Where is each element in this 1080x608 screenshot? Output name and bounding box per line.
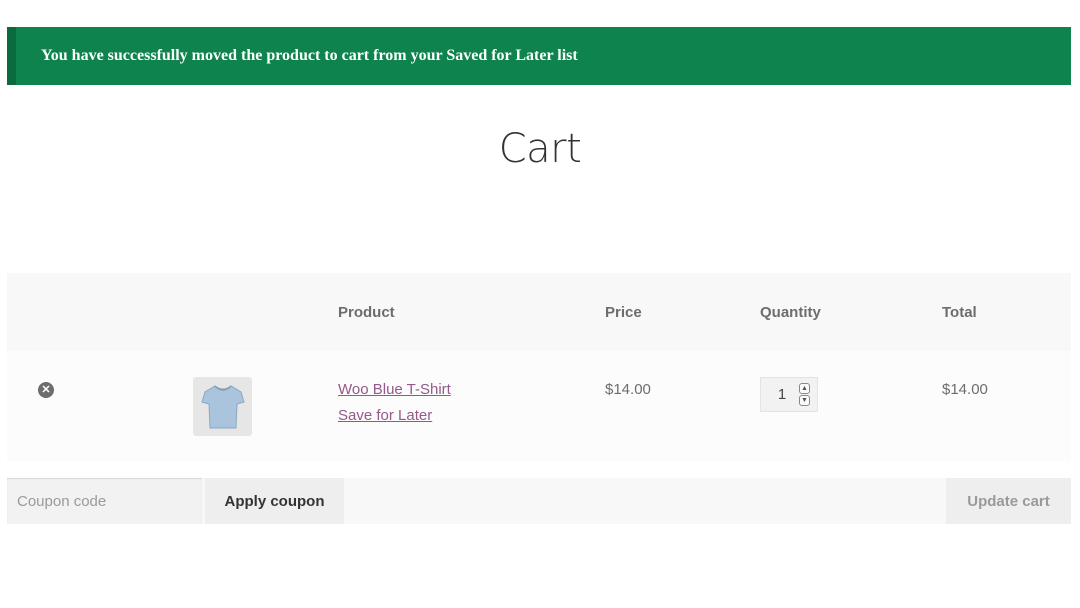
success-notice: You have successfully moved the product … [7,27,1071,85]
tshirt-icon [200,384,245,428]
item-price: $14.00 [605,381,651,398]
cart-item-row [7,351,1071,461]
cart-actions: Apply coupon Update cart [7,478,1071,524]
cart-table-header: Product Price Quantity Total [7,273,1071,351]
cart-table: Product Price Quantity Total [7,273,1071,461]
product-thumbnail[interactable] [193,377,252,436]
item-total: $14.00 [942,381,988,398]
save-for-later-link[interactable]: Save for Later [338,407,432,424]
quantity-increase-icon[interactable]: ▲ [799,383,810,394]
notice-message: You have successfully moved the product … [41,47,578,64]
header-total: Total [942,304,977,321]
header-quantity: Quantity [760,304,821,321]
remove-item-icon[interactable]: ✕ [38,382,54,398]
update-cart-button[interactable]: Update cart [946,478,1071,524]
apply-coupon-button[interactable]: Apply coupon [205,478,344,524]
quantity-value[interactable]: 1 [761,386,797,403]
page-title: Cart [498,126,582,172]
quantity-spinner[interactable]: ▲ ▼ [799,383,810,406]
quantity-stepper[interactable]: 1 ▲ ▼ [760,377,818,412]
quantity-decrease-icon[interactable]: ▼ [799,395,810,406]
coupon-code-input[interactable] [7,478,202,524]
header-product: Product [338,304,395,321]
product-name-link[interactable]: Woo Blue T-Shirt [338,381,451,398]
header-price: Price [605,304,642,321]
